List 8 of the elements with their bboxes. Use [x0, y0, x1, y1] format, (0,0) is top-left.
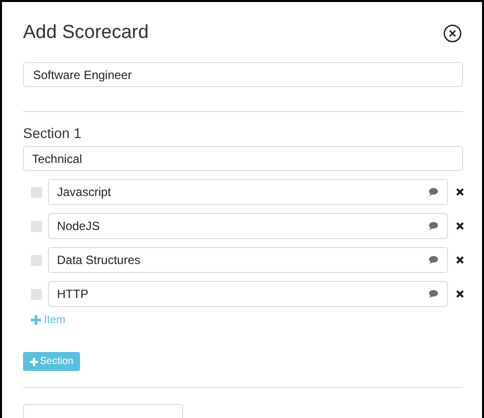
dialog-title: Add Scorecard	[23, 22, 149, 44]
input-field[interactable]: Data Structures	[48, 247, 448, 273]
input-field[interactable]: HTTP	[48, 281, 448, 307]
input-field[interactable]: Javascript	[48, 179, 448, 205]
input-field[interactable]: Technical	[23, 146, 463, 171]
input-field[interactable]: Software Engineer	[23, 62, 463, 87]
section-label: Section 1	[23, 125, 82, 141]
input-field[interactable]: NodeJS	[48, 213, 448, 239]
